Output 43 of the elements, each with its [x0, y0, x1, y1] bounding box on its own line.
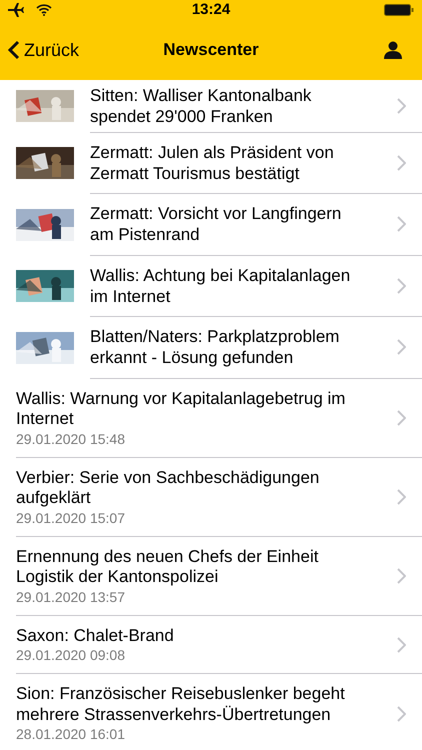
news-item[interactable]: Verbier: Serie von Sachbeschädigungen aufgeklärt 29.01.2020 15:07 [0, 458, 422, 536]
news-date: 29.01.2020 15:07 [16, 508, 126, 526]
chevron-right-icon [397, 216, 406, 232]
battery-icon [384, 4, 414, 16]
news-title: Sitten: Walliser Kantonalbank spendet 29'000 Franken [90, 84, 312, 127]
news-title: Blatten/Naters: Parkplatzproblem erkannt - Lösung gefunden [90, 326, 340, 368]
person-icon [384, 41, 402, 59]
news-title: Wallis: Achtung bei Kapitalanlagen im Internet [90, 264, 352, 307]
chevron-right-icon [397, 489, 406, 505]
news-item[interactable]: Blatten/Naters: Parkplatzproblem erkannt - Lösung gefunden [0, 317, 422, 378]
page-title: Newscenter [163, 39, 259, 62]
chevron-right-icon [397, 410, 406, 426]
chevron-right-icon [397, 636, 406, 653]
news-date: 29.01.2020 15:48 [16, 430, 126, 448]
back-button[interactable]: Zurück [8, 36, 80, 64]
airplane-icon [8, 3, 24, 17]
news-title: Saxon: Chalet-Brand [16, 626, 175, 646]
chevron-right-icon [397, 339, 406, 356]
status-time: 13:24 [192, 0, 230, 20]
wifi-icon [36, 4, 52, 16]
news-date: 29.01.2020 13:57 [16, 588, 126, 606]
news-item[interactable]: Wallis: Warnung vor Kapitalanlagebetrug im Internet 29.01.2020 15:48 [0, 378, 422, 458]
news-date: 29.01.2020 09:08 [16, 646, 126, 664]
chevron-right-icon [397, 278, 406, 294]
chevron-right-icon [397, 568, 406, 584]
news-item[interactable]: Ernennung des neuen Chefs der Einheit Logistik der Kantonspolizei 29.01.2020 13:57 [0, 536, 422, 616]
news-title: Verbier: Serie von Sachbeschädigungen aufgeklärt [16, 468, 320, 508]
news-item[interactable]: Saxon: Chalet-Brand 29.01.2020 09:08 [0, 616, 422, 674]
news-date: 28.01.2020 16:01 [16, 725, 126, 743]
news-item[interactable]: Sitten: Walliser Kantonalbank spendet 29'000 Franken [0, 80, 422, 132]
chevron-right-icon [397, 154, 406, 171]
news-item[interactable]: Zermatt: Vorsicht vor Langfingern am Pistenrand [0, 194, 422, 256]
news-title: Zermatt: Vorsicht vor Langfingern am Pistenrand [90, 203, 342, 246]
news-item[interactable]: Zermatt: Julen als Präsident von Zermatt Tourismus bestätigt [0, 132, 422, 194]
news-title: Zermatt: Julen als Präsident von Zermatt Tourismus bestätigt [90, 142, 335, 184]
news-item[interactable]: Wallis: Achtung bei Kapitalanlagen im Internet [0, 256, 422, 317]
chevron-right-icon [397, 98, 406, 114]
news-title: Sion: Französischer Reisebuslenker begeht mehrere Strassenverkehrs-Übertretungen [16, 684, 346, 725]
news-title: Ernennung des neuen Chefs der Einheit Logistik der Kantonspolizei [16, 546, 320, 588]
news-title: Wallis: Warnung vor Kapitalanlagebetrug im Internet [16, 388, 346, 430]
chevron-left-icon [8, 40, 20, 60]
chevron-right-icon [397, 706, 406, 722]
news-item[interactable]: Sion: Französischer Reisebuslenker begeht mehrere Strassenverkehrs-Übertretungen 28.01.2020 16:01 [0, 674, 422, 750]
